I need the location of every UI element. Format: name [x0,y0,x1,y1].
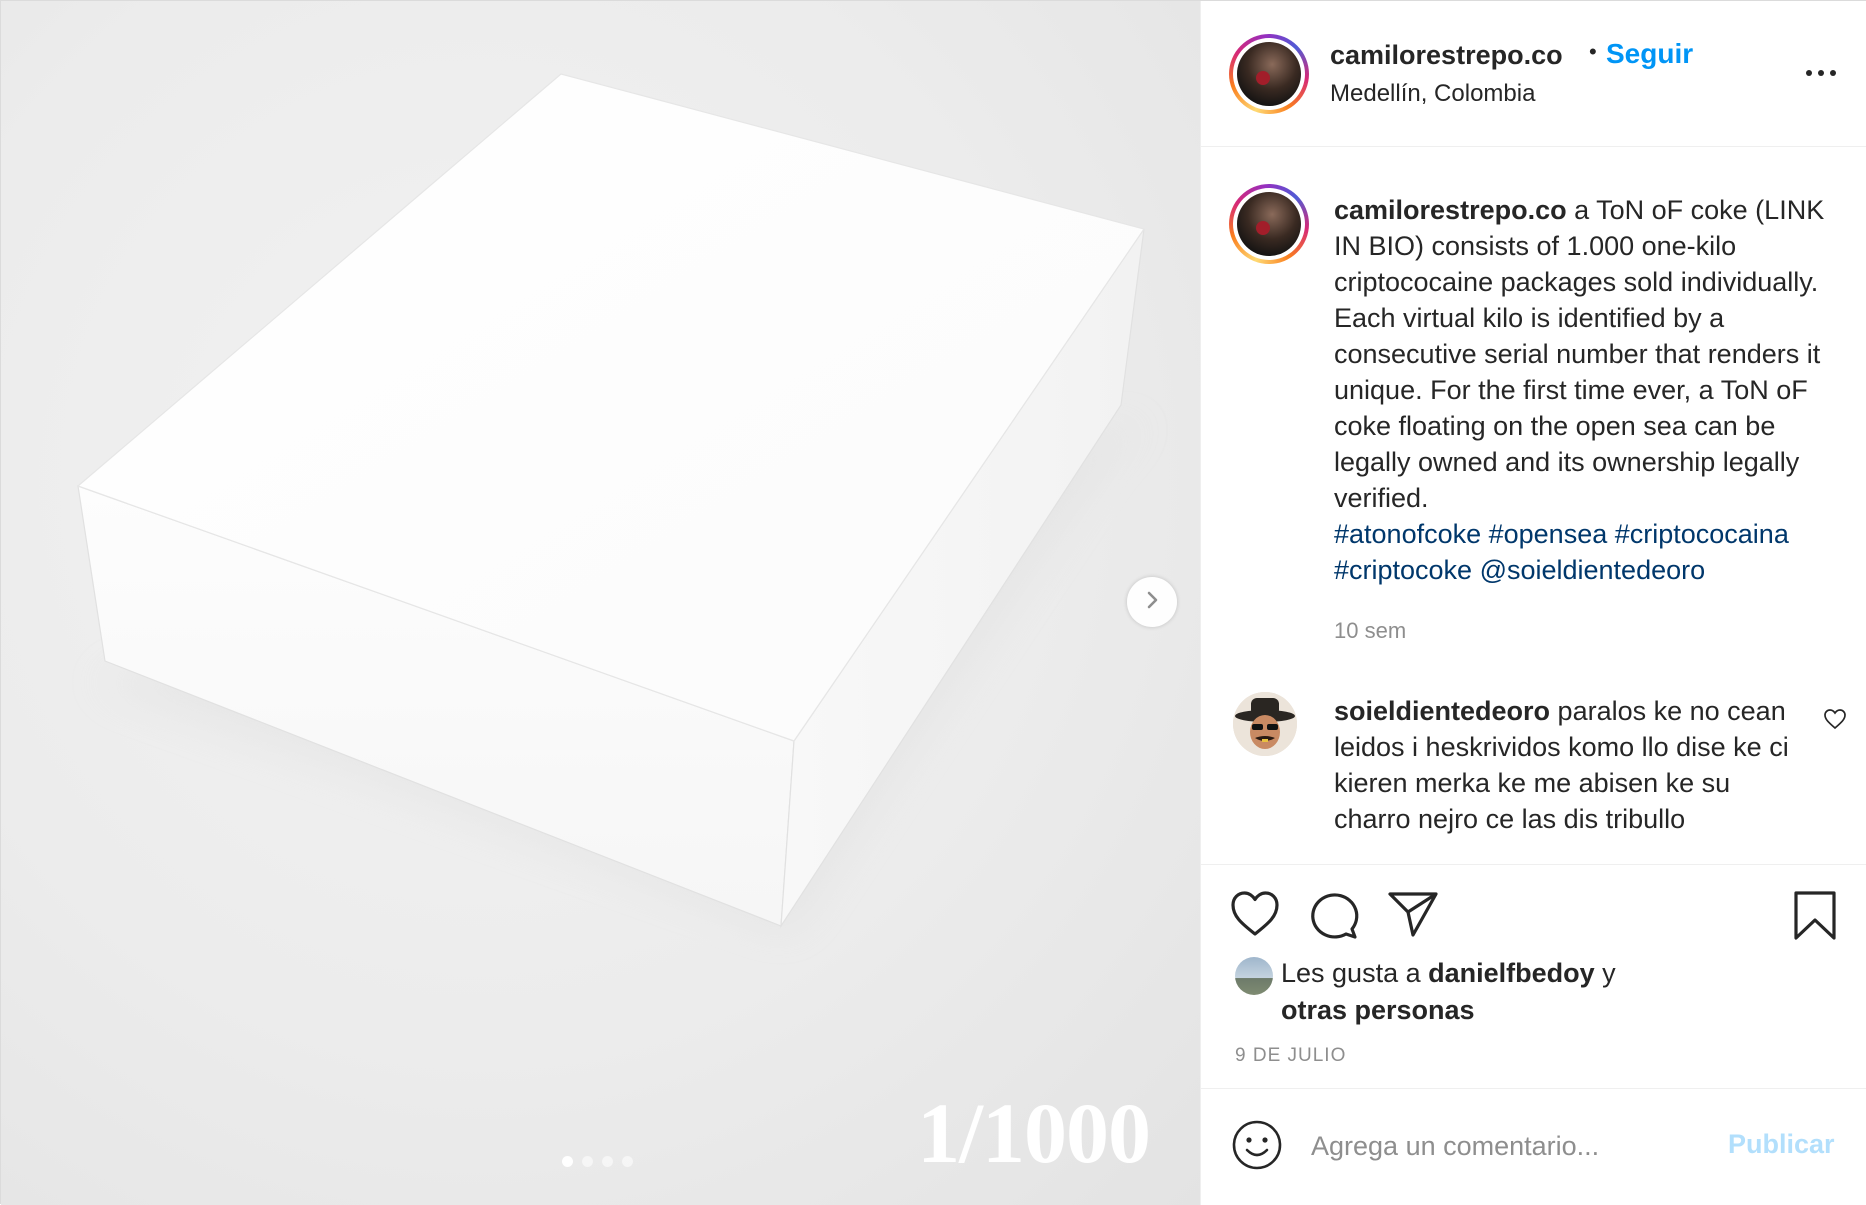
share-icon [1388,892,1438,937]
comment-composer: Publicar [1201,1088,1866,1205]
carousel-dot [602,1156,613,1167]
comment-text: soieldientedeoro paralos ke no cean leid… [1334,693,1804,837]
liked-by-username[interactable]: danielfbedoy [1428,958,1595,988]
carousel-dot [622,1156,633,1167]
likes-summary: Les gusta a danielfbedoy y otras personas [1281,955,1721,1029]
heart-icon [1231,891,1279,936]
separator-dot: • [1589,39,1597,64]
smiley-icon [1232,1120,1282,1170]
caption-timestamp: 10 sem [1334,618,1407,643]
more-options-button[interactable] [1801,61,1841,85]
chevron-right-icon [1141,589,1163,616]
more-horizontal-icon [1806,70,1836,76]
liker-avatar[interactable] [1235,957,1273,995]
save-button[interactable] [1792,890,1838,947]
comment-icon [1311,893,1359,939]
follow-button[interactable]: Seguir [1606,38,1693,70]
author-avatar[interactable] [1229,34,1309,114]
emoji-button[interactable] [1231,1119,1283,1176]
caption-avatar[interactable] [1229,184,1309,264]
comment-like-button[interactable] [1823,708,1847,735]
next-slide-button[interactable] [1127,577,1177,627]
heart-icon [1824,709,1846,730]
comments-scroll-area[interactable]: camilorestrepo.co a ToN oF coke (LINK IN… [1201,148,1866,864]
bookmark-icon [1794,891,1836,940]
white-box-image [76,73,1151,931]
likes-others-link[interactable]: otras personas [1281,995,1475,1025]
post-side-panel: camilorestrepo.co • Seguir Medellín, Col… [1200,1,1866,1205]
comment-input[interactable] [1311,1119,1711,1173]
commenter-username[interactable]: soieldientedeoro [1334,696,1550,726]
post-location[interactable]: Medellín, Colombia [1330,80,1535,108]
caption-text: camilorestrepo.co a ToN oF coke (LINK IN… [1334,192,1854,588]
likes-mid: y [1594,958,1616,988]
caption-body: a ToN oF coke (LINK IN BIO) consists of … [1334,195,1825,513]
caption-hashtags[interactable]: #atonofcoke #opensea #criptococaina #cri… [1334,519,1789,585]
post-header: camilorestrepo.co • Seguir Medellín, Col… [1201,1,1866,147]
comment-button[interactable] [1308,890,1360,945]
post-date[interactable]: 9 DE JULIO [1235,1045,1346,1067]
likes-prefix: Les gusta a [1281,958,1429,988]
share-button[interactable] [1387,890,1439,943]
author-username[interactable]: camilorestrepo.co [1330,40,1563,71]
commenter-avatar[interactable] [1233,692,1297,756]
instagram-post: 1/1000 camilorestrepo.co • Seguir Medell… [0,0,1866,1205]
caption-username[interactable]: camilorestrepo.co [1334,195,1567,225]
post-actions: Les gusta a danielfbedoy y otras personas… [1201,864,1866,1088]
publish-button[interactable]: Publicar [1728,1129,1835,1160]
carousel-dot [582,1156,593,1167]
post-media[interactable]: 1/1000 [1,1,1200,1205]
edition-label: 1/1000 [917,1085,1151,1181]
carousel-indicator [562,1156,633,1167]
like-button[interactable] [1229,890,1281,943]
carousel-dot [562,1156,573,1167]
